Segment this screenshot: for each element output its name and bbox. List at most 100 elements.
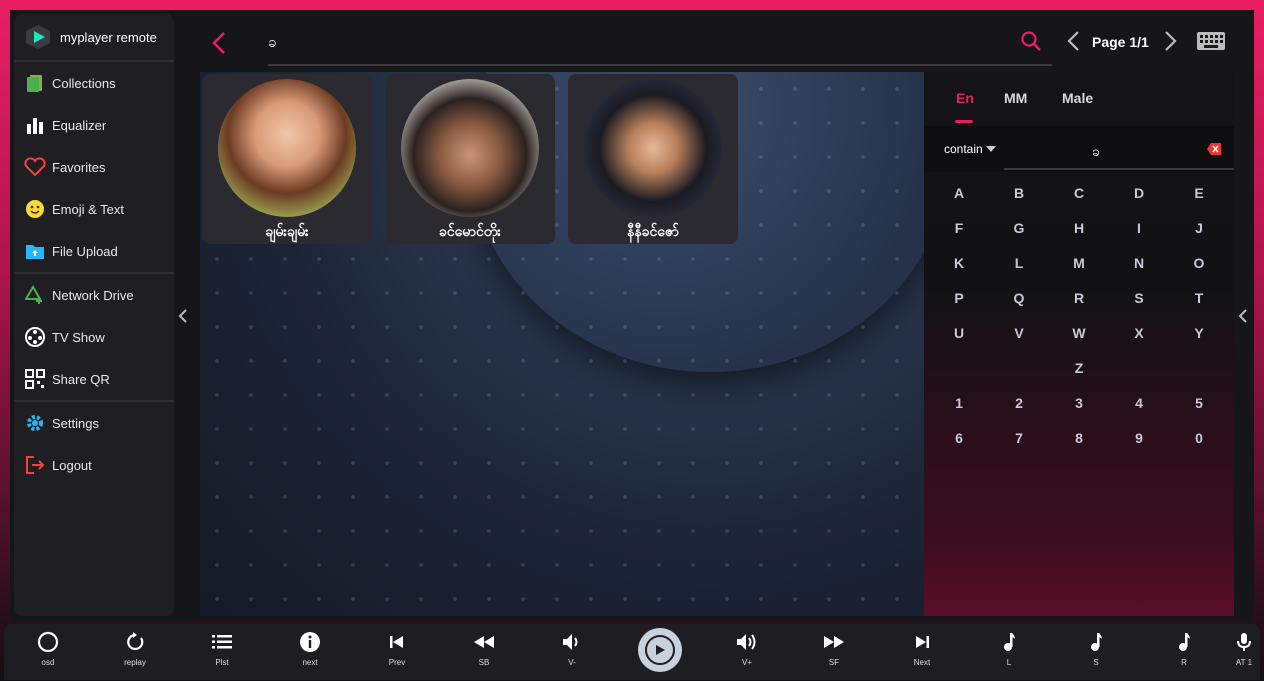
tv-show-icon (24, 326, 46, 348)
key-p[interactable]: P (939, 286, 979, 310)
chevron-left-icon (212, 32, 225, 54)
key-w[interactable]: W (1059, 321, 1099, 345)
seek-forward-button[interactable]: SF (804, 630, 864, 676)
audio-left-button[interactable]: L (979, 630, 1039, 676)
info-button[interactable]: next (280, 630, 340, 676)
key-6[interactable]: 6 (939, 426, 979, 450)
search-input[interactable] (268, 24, 1052, 66)
key-k[interactable]: K (939, 251, 979, 275)
key-g[interactable]: G (999, 216, 1039, 240)
key-z[interactable]: Z (1059, 356, 1099, 380)
play-icon (645, 635, 675, 665)
page-prev-button[interactable] (1066, 30, 1084, 54)
volume-down-icon (560, 630, 584, 654)
sidebar-item-settings[interactable]: Settings (14, 402, 174, 444)
skip-next-icon (910, 630, 934, 654)
prev-button[interactable]: Prev (367, 630, 427, 676)
keyboard-panel: En MM Male contain ခ ABCDE FGHIJ KLMNO PQRS… (924, 72, 1234, 616)
sidebar-item-favorites[interactable]: Favorites (14, 146, 174, 188)
match-mode-select[interactable]: contain (944, 142, 983, 156)
audio-left-label: L (1006, 658, 1012, 667)
replay-button[interactable]: replay (105, 630, 165, 676)
audio-track-label: AT 1 (1235, 658, 1253, 667)
sidebar-item-equalizer[interactable]: Equalizer (14, 104, 174, 146)
next-button[interactable]: Next (892, 630, 952, 676)
microphone-icon (1232, 630, 1256, 654)
key-2[interactable]: 2 (999, 391, 1039, 415)
key-8[interactable]: 8 (1059, 426, 1099, 450)
playlist-button[interactable]: Plst (192, 630, 252, 676)
collapse-sidebar-button[interactable] (176, 306, 190, 326)
key-l[interactable]: L (999, 251, 1039, 275)
artist-photo (218, 79, 356, 217)
sidebar-item-tv-show[interactable]: TV Show (14, 316, 174, 358)
play-button[interactable] (638, 628, 682, 672)
volume-up-button[interactable]: V+ (717, 630, 777, 676)
artist-card[interactable]: ချမ်းချမ်း (202, 74, 372, 244)
key-y[interactable]: Y (1179, 321, 1219, 345)
active-tab-indicator (955, 120, 973, 123)
sidebar-item-label: File Upload (52, 243, 118, 259)
keyboard-toggle-button[interactable] (1196, 30, 1226, 54)
key-d[interactable]: D (1119, 181, 1159, 205)
page-next-button[interactable] (1164, 30, 1182, 54)
key-n[interactable]: N (1119, 251, 1159, 275)
artist-photo (401, 79, 539, 217)
key-a[interactable]: A (939, 181, 979, 205)
input-underline (1004, 168, 1234, 170)
key-v[interactable]: V (999, 321, 1039, 345)
sidebar-item-label: Favorites (52, 159, 106, 175)
sidebar-item-label: Network Drive (52, 287, 134, 303)
artist-card[interactable]: ခင်မောင်တိုး (385, 74, 555, 244)
artist-card[interactable]: နီနီခင်ဇော် (568, 74, 738, 244)
key-0[interactable]: 0 (1179, 426, 1219, 450)
sidebar-item-logout[interactable]: Logout (14, 444, 174, 486)
tab-en[interactable]: En (956, 90, 974, 106)
backspace-button[interactable] (1206, 142, 1222, 156)
osd-button[interactable]: osd (18, 630, 78, 676)
sidebar-item-share-qr[interactable]: Share QR (14, 358, 174, 400)
back-button[interactable] (206, 30, 232, 56)
keyboard-input-field[interactable]: ခ (1092, 142, 1100, 163)
key-b[interactable]: B (999, 181, 1039, 205)
key-s[interactable]: S (1119, 286, 1159, 310)
audio-right-button[interactable]: R (1154, 630, 1214, 676)
key-j[interactable]: J (1179, 216, 1219, 240)
key-m[interactable]: M (1059, 251, 1099, 275)
key-x[interactable]: X (1119, 321, 1159, 345)
key-r[interactable]: R (1059, 286, 1099, 310)
tab-male[interactable]: Male (1062, 90, 1093, 106)
volume-down-button[interactable]: V- (542, 630, 602, 676)
audio-stereo-button[interactable]: S (1066, 630, 1126, 676)
key-4[interactable]: 4 (1119, 391, 1159, 415)
key-5[interactable]: 5 (1179, 391, 1219, 415)
key-o[interactable]: O (1179, 251, 1219, 275)
collapse-keyboard-button[interactable] (1236, 306, 1250, 326)
key-e[interactable]: E (1179, 181, 1219, 205)
key-t[interactable]: T (1179, 286, 1219, 310)
search-button[interactable] (1020, 30, 1044, 54)
key-h[interactable]: H (1059, 216, 1099, 240)
gear-icon (24, 412, 46, 434)
key-i[interactable]: I (1119, 216, 1159, 240)
seek-back-button[interactable]: SB (454, 630, 514, 676)
fast-forward-icon (822, 630, 846, 654)
key-3[interactable]: 3 (1059, 391, 1099, 415)
key-q[interactable]: Q (999, 286, 1039, 310)
audio-track-button[interactable]: AT 1 (1214, 630, 1264, 676)
osd-label: osd (41, 658, 55, 667)
key-u[interactable]: U (939, 321, 979, 345)
sidebar-item-label: TV Show (52, 329, 105, 345)
key-9[interactable]: 9 (1119, 426, 1159, 450)
sidebar-item-emoji-text[interactable]: Emoji & Text (14, 188, 174, 230)
sidebar-item-network-drive[interactable]: Network Drive (14, 274, 174, 316)
replay-icon (123, 630, 147, 654)
tab-mm[interactable]: MM (1004, 90, 1027, 106)
key-7[interactable]: 7 (999, 426, 1039, 450)
sidebar-item-collections[interactable]: Collections (14, 62, 174, 104)
sidebar-item-file-upload[interactable]: File Upload (14, 230, 174, 272)
next-label: Next (913, 658, 931, 667)
key-c[interactable]: C (1059, 181, 1099, 205)
key-f[interactable]: F (939, 216, 979, 240)
key-1[interactable]: 1 (939, 391, 979, 415)
